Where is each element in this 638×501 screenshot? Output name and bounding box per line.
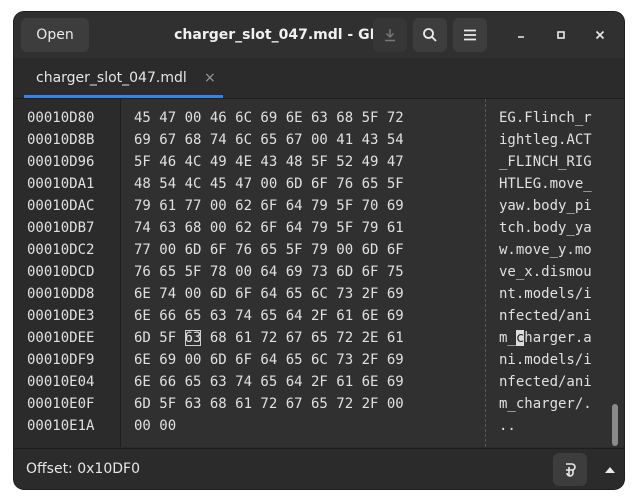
- ascii-row[interactable]: ightleg.ACT: [499, 129, 592, 151]
- status-bar: Offset: 0x10DF0: [14, 448, 624, 489]
- close-icon: [595, 30, 605, 40]
- hex-column[interactable]: 45 47 00 46 6C 69 6E 63 68 5F 72 69 67 6…: [121, 99, 486, 447]
- insert-mode-icon: [566, 462, 576, 477]
- ascii-row[interactable]: EG.Flinch_r: [499, 107, 592, 129]
- row-offset: 00010DC2: [27, 242, 95, 258]
- hex-row[interactable]: 6E 66 65 63 74 65 64 2F 61 6E 69: [134, 305, 404, 327]
- download-button[interactable]: [373, 18, 407, 52]
- hex-row[interactable]: 6E 66 65 63 74 65 64 2F 61 6E 69: [134, 371, 404, 393]
- hex-row[interactable]: 00 00: [134, 415, 176, 437]
- search-icon: [423, 28, 437, 42]
- ascii-column[interactable]: EG.Flinch_r ightleg.ACT _FLINCH_RIG HTLE…: [486, 99, 624, 447]
- hex-text: 68 61 72 67 65 72 2E 61: [201, 330, 404, 346]
- row-offset: 00010DA1: [27, 176, 95, 192]
- row-offset: 00010DB7: [27, 220, 95, 236]
- close-button[interactable]: [589, 24, 611, 46]
- search-button[interactable]: [413, 18, 447, 52]
- hex-row[interactable]: 6D 5F 63 68 61 72 67 65 72 2F 00: [134, 393, 404, 415]
- row-offset: 00010DEE: [27, 330, 95, 346]
- tab-label: charger_slot_047.mdl: [36, 70, 187, 86]
- hex-row[interactable]: 74 63 68 00 62 6F 64 79 5F 79 61: [134, 217, 404, 239]
- hex-row[interactable]: 5F 46 4C 49 4E 43 48 5F 52 49 47: [134, 151, 404, 173]
- hex-row[interactable]: 45 47 00 46 6C 69 6E 63 68 5F 72: [134, 107, 404, 129]
- vertical-scrollbar[interactable]: [612, 404, 618, 446]
- panel-toggle-button[interactable]: [593, 453, 624, 486]
- hex-cursor[interactable]: 63: [184, 330, 202, 346]
- chevron-up-icon: [605, 466, 615, 473]
- row-offset: 00010D80: [27, 110, 95, 126]
- row-offset: 00010E04: [27, 374, 95, 390]
- ascii-row[interactable]: HTLEG.move_: [499, 173, 592, 195]
- ascii-text: m_: [499, 330, 516, 346]
- row-offset: 00010DCD: [27, 264, 95, 280]
- tab-file[interactable]: charger_slot_047.mdl ×: [24, 61, 223, 95]
- hex-row[interactable]: 48 54 4C 45 47 00 6D 6F 76 65 5F: [134, 173, 404, 195]
- header-bar: Open charger_slot_047.mdl - GHex: [14, 12, 624, 58]
- hex-row[interactable]: 6D 5F 63 68 61 72 67 65 72 2E 61: [134, 327, 404, 349]
- row-offset: 00010D8B: [27, 132, 95, 148]
- ascii-row[interactable]: _FLINCH_RIG: [499, 151, 592, 173]
- hamburger-menu-icon: [464, 29, 476, 41]
- active-tab-indicator: [24, 95, 223, 98]
- minimize-icon: [518, 36, 524, 38]
- hex-row[interactable]: 69 67 68 74 6C 65 67 00 41 43 54: [134, 129, 404, 151]
- tab-bar: charger_slot_047.mdl ×: [14, 58, 624, 99]
- ascii-row[interactable]: w.move_y.mo: [499, 239, 592, 261]
- ascii-row[interactable]: nfected/ani: [499, 305, 592, 327]
- row-offset: 00010DAC: [27, 198, 95, 214]
- row-offset: 00010D96: [27, 154, 95, 170]
- row-offset: 00010E0F: [27, 396, 95, 412]
- hex-text: 6D 5F: [134, 330, 185, 346]
- download-icon: [385, 29, 395, 42]
- row-offset: 00010DD8: [27, 286, 95, 302]
- hex-row[interactable]: 76 65 5F 78 00 64 69 73 6D 6F 75: [134, 261, 404, 283]
- hex-row[interactable]: 77 00 6D 6F 76 65 5F 79 00 6D 6F: [134, 239, 404, 261]
- insert-mode-toggle[interactable]: [553, 453, 587, 486]
- tab-close-icon[interactable]: ×: [204, 61, 216, 95]
- ascii-row[interactable]: nt.models/i: [499, 283, 592, 305]
- main-menu-button[interactable]: [453, 18, 487, 52]
- row-offset: 00010DE3: [27, 308, 95, 324]
- ascii-row[interactable]: nfected/ani: [499, 371, 592, 393]
- ascii-row[interactable]: yaw.body_pi: [499, 195, 592, 217]
- hex-view[interactable]: 00010D80 00010D8B 00010D96 00010DA1 0001…: [14, 99, 624, 447]
- ghex-window: Open charger_slot_047.mdl - GHex charger…: [14, 12, 624, 489]
- ascii-row[interactable]: tch.body_ya: [499, 217, 592, 239]
- ascii-row[interactable]: m_charger.a: [499, 327, 592, 349]
- open-button[interactable]: Open: [21, 18, 89, 52]
- hex-row[interactable]: 6E 69 00 6D 6F 64 65 6C 73 2F 69: [134, 349, 404, 371]
- ascii-text: harger.a: [524, 330, 592, 346]
- ascii-row[interactable]: ni.models/i: [499, 349, 592, 371]
- maximize-button[interactable]: [550, 24, 572, 46]
- ascii-row[interactable]: ve_x.dismou: [499, 261, 592, 283]
- offset-column: 00010D80 00010D8B 00010D96 00010DA1 0001…: [14, 99, 121, 447]
- row-offset: 00010E1A: [27, 418, 95, 434]
- hex-row[interactable]: 79 61 77 00 62 6F 64 79 5F 70 69: [134, 195, 404, 217]
- offset-status: Offset: 0x10DF0: [26, 461, 140, 477]
- maximize-icon: [557, 31, 565, 39]
- hex-row[interactable]: 6E 74 00 6D 6F 64 65 6C 73 2F 69: [134, 283, 404, 305]
- ascii-row[interactable]: m_charger/.: [499, 393, 592, 415]
- row-offset: 00010DF9: [27, 352, 95, 368]
- ascii-row[interactable]: ..: [499, 415, 516, 437]
- minimize-button[interactable]: [510, 24, 532, 46]
